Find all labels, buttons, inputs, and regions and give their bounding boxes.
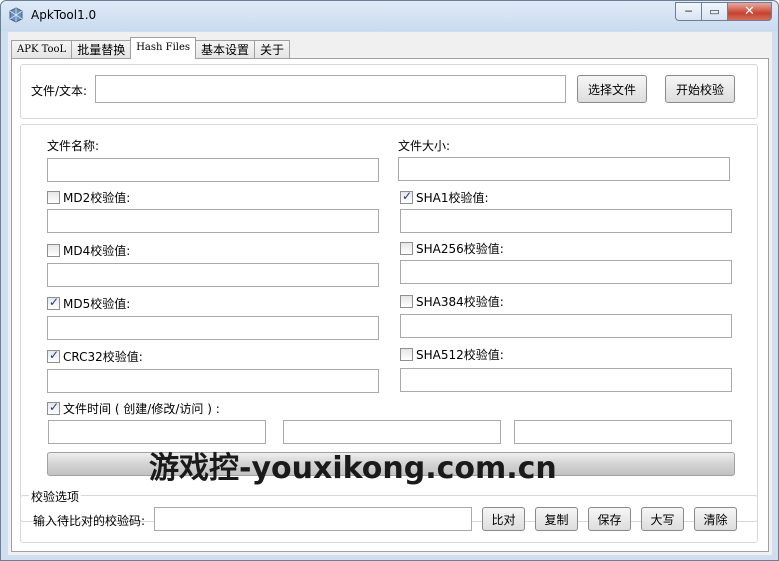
file-modified-input[interactable] bbox=[284, 421, 500, 443]
file-accessed-field[interactable] bbox=[514, 420, 732, 444]
sha256-field[interactable] bbox=[400, 260, 732, 284]
md5-checkbox[interactable]: MD5校验值: bbox=[47, 295, 130, 312]
sha512-checkbox[interactable]: SHA512校验值: bbox=[400, 346, 504, 363]
file-size-label: 文件大小: bbox=[398, 139, 451, 153]
app-window: ApkTool1.0 ─ ▭ ✕ APK TooL 批量替换 Hash File… bbox=[0, 0, 779, 561]
file-text-field[interactable] bbox=[95, 75, 566, 103]
file-time-checkbox[interactable]: 文件时间 ( 创建/修改/访问 ) : bbox=[47, 400, 220, 417]
watermark-text: 游戏控-youxikong.com.cn bbox=[149, 451, 557, 486]
file-name-field[interactable] bbox=[47, 158, 379, 182]
md2-checkbox[interactable]: MD2校验值: bbox=[47, 189, 130, 206]
sha384-checkbox-box[interactable] bbox=[400, 295, 413, 308]
tab-strip: APK TooL 批量替换 Hash Files 基本设置 关于 bbox=[11, 37, 291, 59]
crc32-input[interactable] bbox=[48, 370, 378, 392]
sha384-checkbox[interactable]: SHA384校验值: bbox=[400, 293, 504, 310]
file-time-checkbox-box[interactable] bbox=[47, 400, 60, 415]
verify-input-label: 输入待比对的校验码: bbox=[33, 514, 146, 528]
sha384-label: SHA384校验值: bbox=[416, 295, 504, 309]
client-area: APK TooL 批量替换 Hash Files 基本设置 关于 文件/文本: … bbox=[8, 32, 772, 555]
sha256-checkbox-box[interactable] bbox=[400, 242, 413, 255]
md2-checkbox-box[interactable] bbox=[47, 191, 60, 204]
file-modified-field[interactable] bbox=[283, 420, 501, 444]
copy-button[interactable]: 复制 bbox=[535, 507, 578, 531]
sha1-checkbox-box[interactable] bbox=[400, 189, 413, 204]
md4-field[interactable] bbox=[47, 263, 379, 287]
crc32-checkbox[interactable]: CRC32校验值: bbox=[47, 348, 143, 365]
app-icon bbox=[9, 7, 23, 23]
sha384-field[interactable] bbox=[400, 314, 732, 338]
crc32-label: CRC32校验值: bbox=[63, 350, 143, 364]
verify-options-legend: 校验选项 bbox=[29, 488, 82, 505]
tab-apk-tool[interactable]: APK TooL bbox=[11, 40, 73, 59]
md5-label: MD5校验值: bbox=[63, 297, 131, 311]
file-created-input[interactable] bbox=[49, 421, 265, 443]
md5-field[interactable] bbox=[47, 316, 379, 340]
compare-button[interactable]: 比对 bbox=[482, 507, 525, 531]
clear-button[interactable]: 清除 bbox=[694, 507, 737, 531]
sha1-label: SHA1校验值: bbox=[416, 191, 489, 205]
md4-checkbox-box[interactable] bbox=[47, 244, 60, 257]
file-input-group: 文件/文本: 选择文件 开始校验 bbox=[20, 64, 758, 119]
verify-code-input[interactable] bbox=[155, 508, 471, 530]
maximize-button[interactable]: ▭ bbox=[701, 2, 727, 21]
verify-code-field[interactable] bbox=[154, 507, 472, 531]
sha1-input[interactable] bbox=[401, 210, 731, 232]
sha256-checkbox[interactable]: SHA256校验值: bbox=[400, 240, 504, 257]
crc32-checkbox-box[interactable] bbox=[47, 348, 60, 363]
file-size-field[interactable] bbox=[398, 157, 730, 181]
md4-input[interactable] bbox=[48, 264, 378, 286]
file-text-label: 文件/文本: bbox=[31, 84, 88, 98]
sha256-input[interactable] bbox=[401, 261, 731, 283]
crc32-field[interactable] bbox=[47, 369, 379, 393]
file-size-input[interactable] bbox=[399, 158, 729, 180]
choose-file-button[interactable]: 选择文件 bbox=[577, 75, 647, 103]
md4-checkbox[interactable]: MD4校验值: bbox=[47, 242, 130, 259]
file-text-input[interactable] bbox=[96, 76, 565, 102]
hash-files-panel: 文件/文本: 选择文件 开始校验 文件名称: 文件大小: MD2校验值: ✓ S… bbox=[11, 58, 769, 552]
minimize-button[interactable]: ─ bbox=[675, 2, 701, 21]
tab-about[interactable]: 关于 bbox=[254, 40, 291, 59]
md5-checkbox-box[interactable] bbox=[47, 295, 60, 310]
file-name-input[interactable] bbox=[48, 159, 378, 181]
sha256-label: SHA256校验值: bbox=[416, 242, 504, 256]
md5-input[interactable] bbox=[48, 317, 378, 339]
sha512-input[interactable] bbox=[401, 369, 731, 391]
start-verify-button[interactable]: 开始校验 bbox=[665, 75, 735, 103]
md2-input[interactable] bbox=[48, 210, 378, 232]
sha512-checkbox-box[interactable] bbox=[400, 348, 413, 361]
md2-label: MD2校验值: bbox=[63, 191, 131, 205]
sha1-field[interactable] bbox=[400, 209, 732, 233]
file-name-label: 文件名称: bbox=[47, 139, 100, 153]
file-time-label: 文件时间 ( 创建/修改/访问 ) : bbox=[63, 402, 220, 416]
window-title: ApkTool1.0 bbox=[31, 8, 97, 22]
save-button[interactable]: 保存 bbox=[588, 507, 631, 531]
title-bar[interactable]: ApkTool1.0 ─ ▭ ✕ bbox=[1, 1, 778, 31]
md2-field[interactable] bbox=[47, 209, 379, 233]
sha512-field[interactable] bbox=[400, 368, 732, 392]
sha1-checkbox[interactable]: SHA1校验值: bbox=[400, 189, 489, 206]
window-controls: ─ ▭ ✕ bbox=[675, 2, 772, 21]
tab-batch-replace[interactable]: 批量替换 bbox=[71, 40, 132, 59]
md4-label: MD4校验值: bbox=[63, 244, 131, 258]
tab-basic-settings[interactable]: 基本设置 bbox=[195, 40, 256, 59]
tab-hash-files[interactable]: Hash Files bbox=[130, 37, 197, 59]
close-button[interactable]: ✕ bbox=[727, 2, 772, 21]
sha384-input[interactable] bbox=[401, 315, 731, 337]
sha512-label: SHA512校验值: bbox=[416, 348, 504, 362]
uppercase-button[interactable]: 大写 bbox=[641, 507, 684, 531]
file-accessed-input[interactable] bbox=[515, 421, 731, 443]
file-created-field[interactable] bbox=[48, 420, 266, 444]
